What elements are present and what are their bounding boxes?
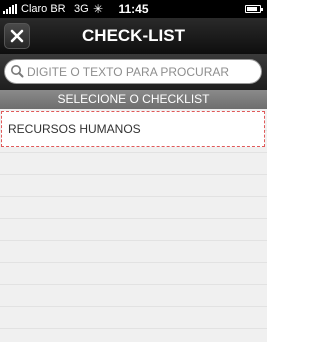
list-item[interactable]: RECURSOS HUMANOS xyxy=(1,111,265,147)
page-title: CHECK-LIST xyxy=(82,26,185,45)
search-icon xyxy=(11,65,24,78)
status-time: 11:45 xyxy=(118,2,149,16)
section-header: SELECIONE O CHECKLIST xyxy=(0,90,267,109)
close-button[interactable] xyxy=(4,23,30,49)
battery-level xyxy=(247,7,257,11)
status-bar: Claro BR 3G ✳ 11:45 xyxy=(0,0,267,18)
search-bar xyxy=(0,54,267,90)
navigation-bar: CHECK-LIST xyxy=(0,18,267,54)
search-input[interactable] xyxy=(27,63,255,81)
search-field[interactable] xyxy=(4,59,262,84)
battery-icon xyxy=(245,5,263,13)
close-icon xyxy=(10,29,24,43)
checklist-list: RECURSOS HUMANOS xyxy=(0,109,267,342)
